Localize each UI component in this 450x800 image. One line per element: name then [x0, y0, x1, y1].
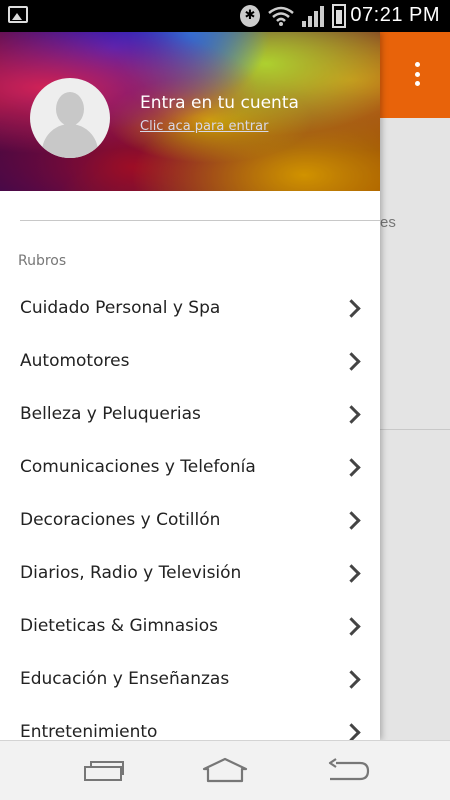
category-label: Dieteticas & Gimnasios	[20, 616, 218, 636]
chevron-right-icon	[342, 564, 361, 583]
navigation-drawer: Entra en tu cuenta Clic aca para entrar …	[0, 32, 380, 740]
chevron-right-icon	[342, 617, 361, 636]
system-nav-bar	[0, 740, 450, 800]
chevron-right-icon	[342, 405, 361, 424]
recents-button[interactable]	[84, 761, 126, 781]
login-title[interactable]: Entra en tu cuenta	[140, 93, 299, 113]
category-label: Educación y Enseñanzas	[20, 669, 230, 689]
category-item-decoraciones[interactable]: Decoraciones y Cotillón	[0, 494, 380, 547]
chevron-right-icon	[342, 352, 361, 371]
category-label: Comunicaciones y Telefonía	[20, 457, 256, 477]
category-item-dieteticas[interactable]: Dieteticas & Gimnasios	[0, 600, 380, 653]
person-icon	[56, 92, 84, 126]
status-bar: ✱ 07:21 PM	[0, 0, 450, 32]
drawer-header: Entra en tu cuenta Clic aca para entrar	[0, 32, 380, 191]
chevron-right-icon	[342, 511, 361, 530]
category-label: Diarios, Radio y Televisión	[20, 563, 242, 583]
avatar[interactable]	[30, 78, 110, 158]
category-item-cuidado-personal[interactable]: Cuidado Personal y Spa	[0, 282, 380, 335]
bluetooth-icon: ✱	[240, 5, 260, 27]
clock: 07:21 PM	[350, 4, 440, 26]
chevron-right-icon	[342, 299, 361, 318]
wifi-icon	[268, 6, 294, 26]
category-label: Belleza y Peluquerias	[20, 404, 201, 424]
background-divider	[380, 429, 450, 430]
signal-icon	[302, 5, 324, 27]
category-list: Cuidado Personal y Spa Automotores Belle…	[0, 282, 380, 740]
category-item-educacion[interactable]: Educación y Enseñanzas	[0, 653, 380, 706]
battery-icon	[332, 4, 346, 28]
gallery-icon	[8, 6, 28, 23]
divider	[20, 220, 380, 221]
category-item-belleza[interactable]: Belleza y Peluquerias	[0, 388, 380, 441]
home-button[interactable]	[202, 757, 248, 783]
category-item-comunicaciones[interactable]: Comunicaciones y Telefonía	[0, 441, 380, 494]
category-label: Entretenimiento	[20, 722, 158, 740]
category-label: Decoraciones y Cotillón	[20, 510, 221, 530]
chevron-right-icon	[342, 670, 361, 689]
section-label: Rubros	[18, 253, 67, 269]
category-label: Automotores	[20, 351, 130, 371]
chevron-right-icon	[342, 723, 361, 740]
category-item-entretenimiento[interactable]: Entretenimiento	[0, 706, 380, 740]
category-item-diarios[interactable]: Diarios, Radio y Televisión	[0, 547, 380, 600]
back-button[interactable]	[326, 757, 372, 785]
category-item-automotores[interactable]: Automotores	[0, 335, 380, 388]
chevron-right-icon	[342, 458, 361, 477]
background-text: es	[380, 214, 396, 231]
login-link[interactable]: Clic aca para entrar	[140, 119, 268, 134]
overflow-menu-icon[interactable]	[414, 62, 420, 86]
category-label: Cuidado Personal y Spa	[20, 298, 221, 318]
